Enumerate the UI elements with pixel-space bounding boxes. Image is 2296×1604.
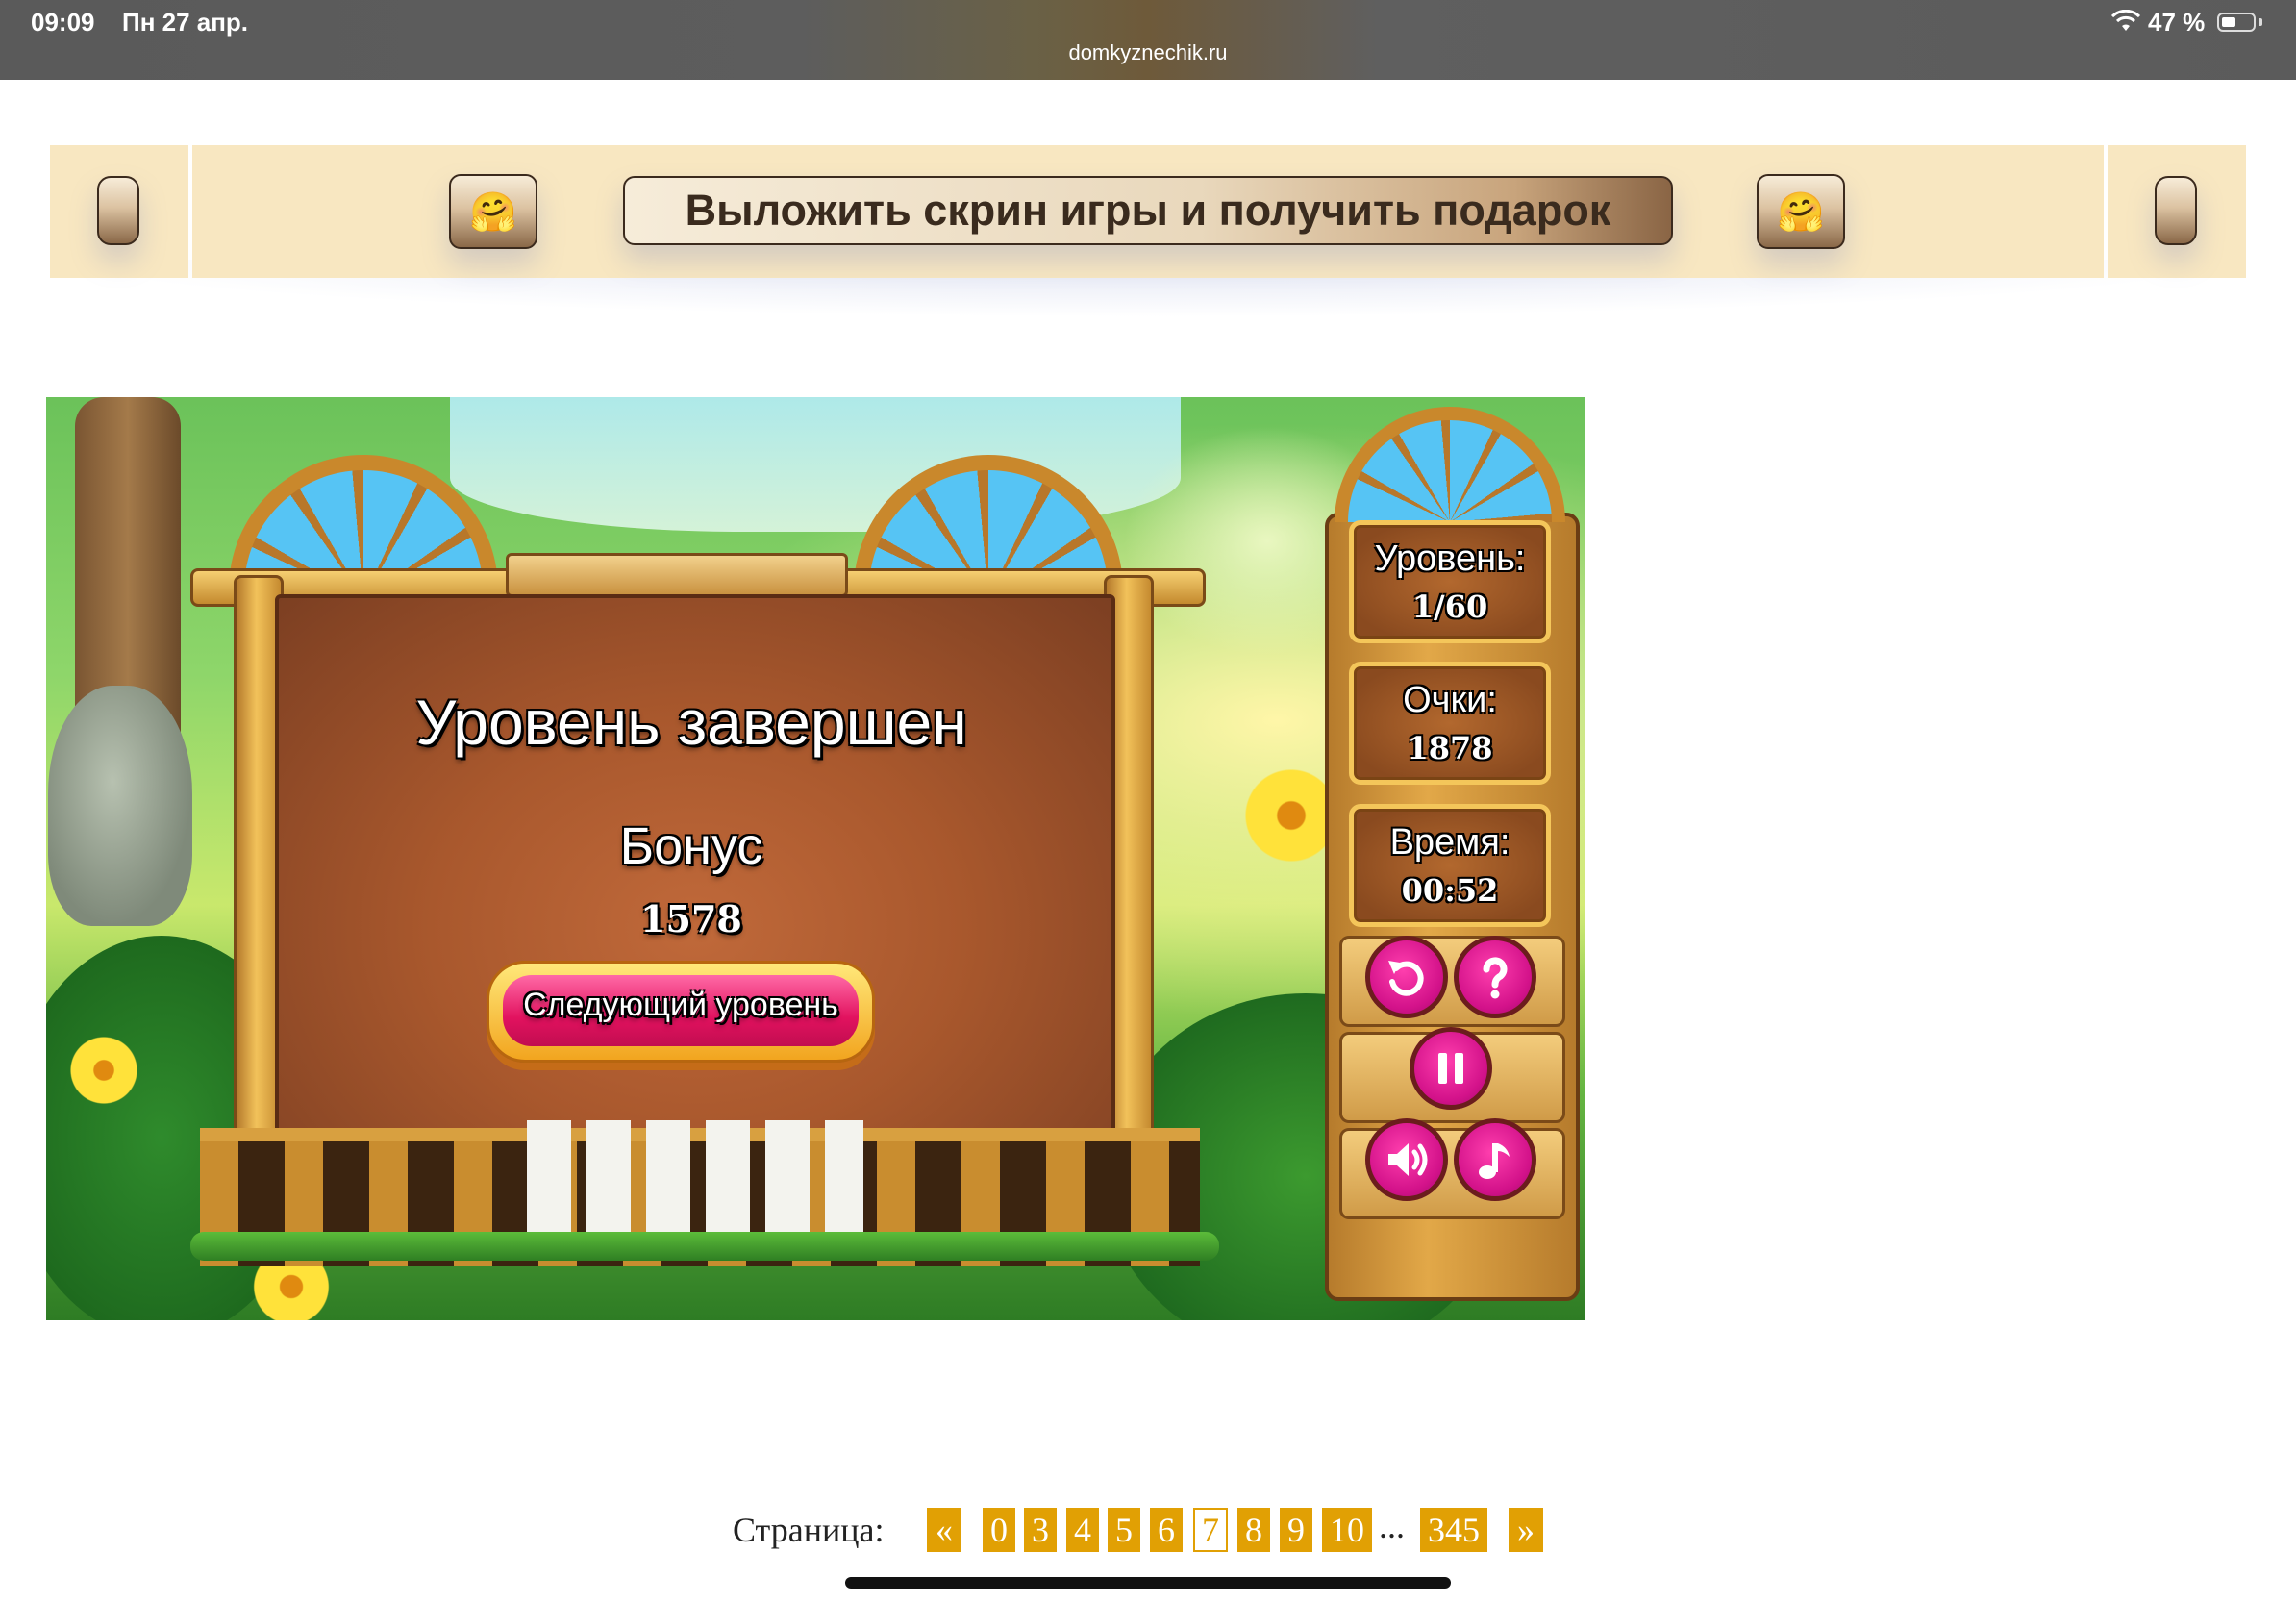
pause-button[interactable]	[1410, 1027, 1492, 1110]
level-label: Уровень:	[1374, 539, 1526, 579]
battery-tip	[2259, 18, 2262, 26]
banner-left-tab[interactable]	[97, 176, 139, 245]
pagination-page[interactable]: 9	[1280, 1508, 1312, 1552]
hugging-face-icon: 🤗	[1777, 189, 1825, 235]
score-value: 1878	[1407, 730, 1493, 766]
share-screenshot-button[interactable]: Выложить скрин игры и получить подарок	[623, 176, 1673, 245]
sound-icon	[1388, 1143, 1428, 1176]
bonus-label: Бонус	[619, 817, 763, 875]
pagination-page[interactable]: 8	[1237, 1508, 1270, 1552]
restart-icon	[1388, 961, 1424, 996]
music-note-icon	[1479, 1143, 1510, 1179]
banner-emoji-right-button[interactable]: 🤗	[1757, 174, 1845, 249]
score-label: Очки:	[1403, 680, 1497, 720]
pagination-page[interactable]: 0	[983, 1508, 1015, 1552]
time-stat: Время: 00:52	[1349, 804, 1551, 927]
share-screenshot-label: Выложить скрин игры и получить подарок	[685, 186, 1611, 235]
pagination-page-last[interactable]: 345	[1420, 1508, 1487, 1552]
help-icon	[1483, 957, 1508, 999]
pagination-prev[interactable]: «	[927, 1508, 961, 1552]
status-bar: 09:09 Пн 27 апр. domkyznechik.ru 47 %	[0, 0, 2296, 80]
pagination-page[interactable]: 6	[1150, 1508, 1183, 1552]
home-indicator[interactable]	[845, 1577, 1451, 1589]
battery-fill	[2222, 17, 2235, 27]
time-label: Время:	[1389, 822, 1510, 863]
hugging-face-icon: 🤗	[469, 189, 517, 235]
status-time: 09:09	[31, 8, 95, 37]
pagination-page[interactable]: 10	[1322, 1508, 1372, 1552]
pagination-page[interactable]: 4	[1066, 1508, 1099, 1552]
banner-right-tab[interactable]	[2155, 176, 2197, 245]
music-toggle-button[interactable]	[1454, 1118, 1536, 1201]
level-stat: Уровень: 1/60	[1349, 520, 1551, 643]
time-value: 00:52	[1401, 872, 1499, 909]
pagination-page-current[interactable]: 7	[1193, 1508, 1228, 1552]
pause-icon	[1438, 1053, 1463, 1084]
address-bar-url[interactable]: domkyznechik.ru	[0, 40, 2296, 65]
bonus-value: 1578	[640, 897, 742, 940]
yellow-flower-icon	[65, 1032, 142, 1109]
banner-emoji-left-button[interactable]: 🤗	[449, 174, 537, 249]
restart-button[interactable]	[1365, 936, 1448, 1018]
level-complete-title: Уровень завершен	[415, 687, 967, 758]
game-canvas[interactable]: Уровень завершен Бонус 1578 Следующий ур…	[46, 397, 1585, 1320]
next-level-button[interactable]: Следующий уровень	[487, 961, 875, 1063]
game-stone-statue	[48, 686, 192, 926]
pagination-ellipsis: ...	[1379, 1507, 1405, 1545]
pagination-label: Страница:	[733, 1511, 885, 1549]
board-center-plank	[506, 553, 848, 597]
status-date: Пн 27 апр.	[122, 8, 249, 37]
help-button[interactable]	[1454, 936, 1536, 1018]
side-panel-arch	[1335, 407, 1565, 522]
next-level-label: Следующий уровень	[523, 987, 838, 1023]
grass-strip	[190, 1232, 1219, 1261]
battery-icon	[2217, 13, 2256, 32]
level-value: 1/60	[1411, 589, 1488, 625]
score-stat: Очки: 1878	[1349, 662, 1551, 785]
pagination-page[interactable]: 5	[1108, 1508, 1140, 1552]
wifi-icon	[2111, 10, 2140, 31]
pagination-next[interactable]: »	[1509, 1508, 1543, 1552]
sound-toggle-button[interactable]	[1365, 1118, 1448, 1201]
battery-percent: 47 %	[2148, 8, 2206, 37]
pagination-page[interactable]: 3	[1024, 1508, 1057, 1552]
